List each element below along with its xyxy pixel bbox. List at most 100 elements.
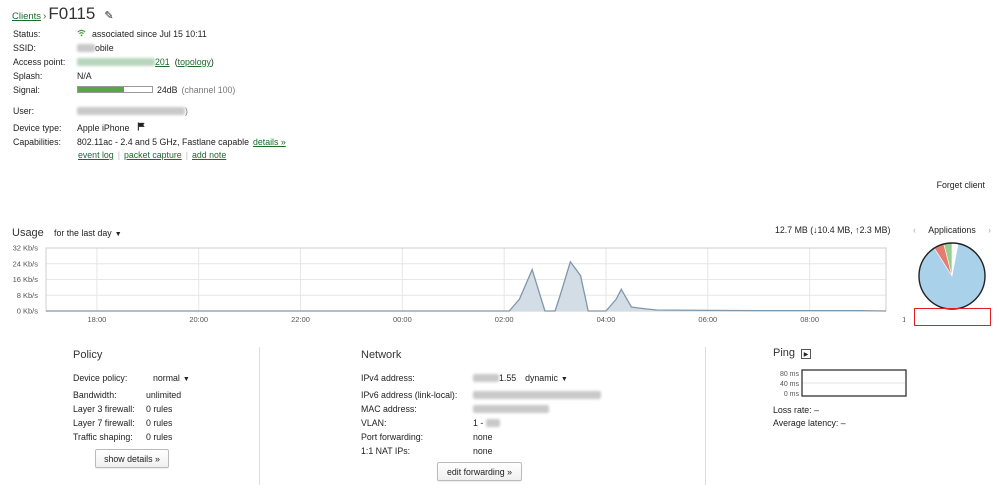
ipv4-mode-dropdown[interactable]: dynamic ▼: [525, 373, 568, 383]
y-tick-label: 8 Kb/s: [17, 291, 39, 300]
traffic-shaping-value: 0 rules: [146, 431, 173, 442]
nat-row: 1:1 NAT IPs: none: [361, 444, 493, 457]
user-row: User: ): [13, 104, 188, 117]
x-tick-label: 22:00: [291, 315, 310, 324]
next-arrow-icon[interactable]: ›: [988, 225, 991, 235]
ipv4-value: 1.55: [499, 372, 517, 383]
ssid-row: SSID: obile: [13, 41, 114, 54]
x-tick-label: 04:00: [597, 315, 616, 324]
ping-tick-label: 0 ms: [784, 391, 800, 398]
port-forwarding-row: Port forwarding: none: [361, 430, 493, 443]
applications-pie-chart: [918, 242, 986, 310]
edit-pencil-icon[interactable]: ✎: [104, 9, 113, 22]
vlan-redacted: [486, 418, 501, 427]
packet-capture-link[interactable]: packet capture: [124, 150, 182, 160]
average-latency: Average latency: –: [773, 417, 846, 428]
usage-chart: 32 Kb/s 24 Kb/s 16 Kb/s 8 Kb/s 0 Kb/s 18:00 20…: [13, 244, 905, 325]
device-type-value: Apple iPhone: [77, 122, 130, 133]
policy-heading: Policy: [73, 349, 103, 361]
bandwidth-value: unlimited: [146, 389, 182, 400]
client-actions: event log | packet capture | add note: [78, 150, 226, 160]
capabilities-details-link[interactable]: details »: [253, 137, 286, 147]
signal-channel: (channel 100): [181, 84, 236, 95]
chevron-down-icon: ▼: [114, 231, 122, 238]
splash-label: Splash:: [13, 70, 43, 81]
paren-close: ): [210, 56, 214, 67]
event-log-link[interactable]: event log: [78, 150, 114, 160]
usage-line: [46, 260, 887, 312]
device-type-row: Device type: Apple iPhone: [13, 121, 146, 134]
ipv4-label: IPv4 address:: [361, 372, 415, 383]
ipv6-row: IPv6 address (link-local):: [361, 388, 601, 401]
usage-period-dropdown[interactable]: for the last day ▼: [54, 228, 122, 238]
ping-tick-label: 80 ms: [780, 371, 800, 378]
layer7-row: Layer 7 firewall: 0 rules: [73, 416, 172, 429]
x-tick-label: 06:00: [698, 315, 717, 324]
x-tick-label: 00:00: [393, 315, 412, 324]
edit-forwarding-button[interactable]: edit forwarding »: [437, 462, 522, 481]
device-type-label: Device type:: [13, 122, 62, 133]
ping-heading: Ping: [773, 347, 796, 359]
ping-chart: 80 ms 40 ms 0 ms: [780, 369, 907, 398]
flag-icon[interactable]: [137, 122, 146, 133]
mac-row: MAC address:: [361, 402, 549, 415]
usage-period-value: for the last day: [54, 228, 112, 238]
traffic-shaping-label: Traffic shaping:: [73, 431, 133, 442]
device-policy-row: Device policy: normal ▼: [73, 371, 190, 384]
forget-client-button[interactable]: Forget client: [937, 180, 985, 190]
splash-value: N/A: [77, 70, 92, 81]
capabilities-value: 802.11ac - 2.4 and 5 GHz, Fastlane capab…: [77, 136, 249, 147]
traffic-shaping-row: Traffic shaping: 0 rules: [73, 430, 172, 443]
access-point-row: Access point: 201 (topology): [13, 55, 214, 68]
status-row: Status: associated since Jul 15 10:11: [13, 27, 207, 40]
play-icon[interactable]: ▶: [801, 349, 811, 359]
x-tick-label: 02:00: [495, 315, 514, 324]
user-redacted: [77, 106, 185, 115]
usage-area: [46, 261, 886, 311]
user-value: ): [185, 105, 188, 116]
user-label: User:: [13, 105, 35, 116]
x-tick-label: 10:00: [902, 315, 905, 324]
mac-redacted: [473, 405, 549, 414]
layer7-value: 0 rules: [146, 417, 173, 428]
vlan-value: 1 -: [473, 417, 484, 428]
previous-arrow-icon[interactable]: ‹: [913, 225, 916, 235]
nat-label: 1:1 NAT IPs:: [361, 445, 411, 456]
y-tick-label: 0 Kb/s: [17, 307, 39, 316]
usage-heading: Usage: [12, 227, 44, 239]
breadcrumb-separator: ›: [43, 11, 47, 22]
layer3-row: Layer 3 firewall: 0 rules: [73, 402, 172, 415]
network-heading: Network: [361, 349, 402, 361]
splash-row: Splash: N/A: [13, 69, 92, 82]
access-point-link[interactable]: 201: [77, 57, 170, 67]
device-policy-value: normal: [153, 372, 180, 383]
chevron-down-icon: ▼: [560, 375, 568, 383]
divider: |: [185, 150, 189, 160]
ssid-label: SSID:: [13, 42, 36, 53]
panel-divider: [259, 347, 260, 485]
add-note-link[interactable]: add note: [192, 150, 226, 160]
vlan-label: VLAN:: [361, 417, 387, 428]
wifi-icon: [77, 29, 86, 39]
capabilities-row: Capabilities: 802.11ac - 2.4 and 5 GHz, …: [13, 135, 286, 148]
vlan-row: VLAN: 1 -: [361, 416, 501, 429]
layer7-label: Layer 7 firewall:: [73, 417, 135, 428]
layer3-label: Layer 3 firewall:: [73, 403, 135, 414]
page-title: F0115: [48, 4, 96, 23]
x-tick-label: 20:00: [189, 315, 208, 324]
bandwidth-row: Bandwidth: unlimited: [73, 388, 181, 401]
show-details-button[interactable]: show details »: [95, 449, 169, 468]
breadcrumb: Clients › F0115 ✎: [12, 4, 114, 24]
status-label: Status:: [13, 28, 41, 39]
access-point-label: Access point:: [13, 56, 66, 67]
topology-link[interactable]: topology: [178, 57, 211, 67]
y-tick-label: 24 Kb/s: [13, 259, 39, 268]
usage-total: 12.7 MB (↓10.4 MB, ↑2.3 MB): [775, 225, 891, 235]
panel-divider: [705, 347, 706, 485]
status-value: associated since Jul 15 10:11: [92, 28, 207, 39]
applications-pager: ‹ Applications ›: [913, 225, 991, 235]
breadcrumb-clients-link[interactable]: Clients: [12, 11, 41, 22]
y-tick-label: 32 Kb/s: [13, 244, 39, 253]
capabilities-label: Capabilities:: [13, 136, 61, 147]
device-policy-dropdown[interactable]: normal ▼: [153, 373, 190, 383]
